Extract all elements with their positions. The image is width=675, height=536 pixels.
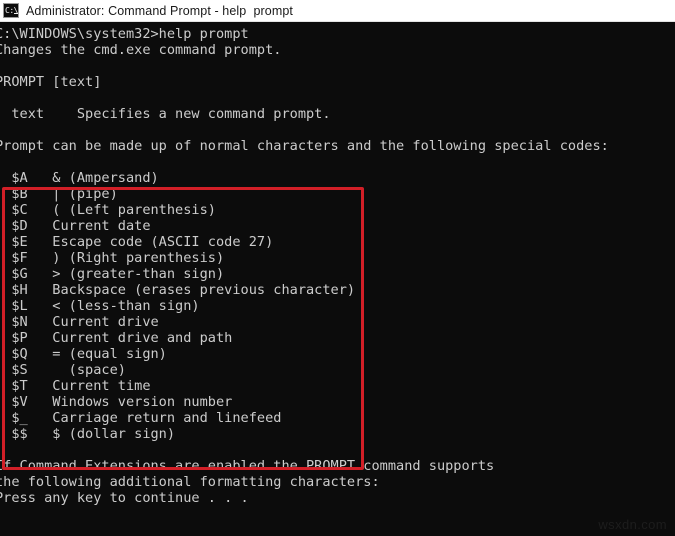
console-line: $P Current drive and path bbox=[0, 330, 233, 346]
console-line: $T Current time bbox=[0, 378, 151, 394]
console-line: $S (space) bbox=[0, 362, 126, 378]
console-line: the following additional formatting char… bbox=[0, 474, 380, 490]
console-line: $Q = (equal sign) bbox=[0, 346, 167, 362]
console-line: $F ) (Right parenthesis) bbox=[0, 250, 225, 266]
console-line: $C ( (Left parenthesis) bbox=[0, 202, 216, 218]
console-line: Changes the cmd.exe command prompt. bbox=[0, 42, 282, 58]
console-line: $H Backspace (erases previous character) bbox=[0, 282, 356, 298]
command-prompt-icon-cursor bbox=[14, 13, 18, 14]
console-line: If Command Extensions are enabled the PR… bbox=[0, 458, 495, 474]
console-line: $L < (less-than sign) bbox=[0, 298, 200, 314]
console-text: C:\WINDOWS\system32>help prompt Changes t… bbox=[0, 26, 609, 506]
command-prompt-icon: C:\ bbox=[3, 3, 19, 18]
command-prompt-icon-glyph: C:\ bbox=[5, 6, 18, 15]
console-line: $G > (greater-than sign) bbox=[0, 266, 225, 282]
console-line: $_ Carriage return and linefeed bbox=[0, 410, 282, 426]
window-title-bar[interactable]: C:\ Administrator: Command Prompt - help… bbox=[0, 0, 675, 22]
console-line: Prompt can be made up of normal characte… bbox=[0, 138, 609, 154]
console-line: $E Escape code (ASCII code 27) bbox=[0, 234, 274, 250]
console-line: $$ $ (dollar sign) bbox=[0, 426, 176, 442]
console-line: PROMPT [text] bbox=[0, 74, 102, 90]
console-line: $N Current drive bbox=[0, 314, 159, 330]
watermark-label: wsxdn.com bbox=[598, 517, 667, 532]
command-prompt-window[interactable]: C:\ Administrator: Command Prompt - help… bbox=[0, 0, 675, 536]
console-line: $B | (pipe) bbox=[0, 186, 118, 202]
console-line: $V Windows version number bbox=[0, 394, 233, 410]
console-line: $A & (Ampersand) bbox=[0, 170, 159, 186]
console-line: Press any key to continue . . . bbox=[0, 490, 249, 506]
console-line: $D Current date bbox=[0, 218, 151, 234]
console-line: C:\WINDOWS\system32>help prompt bbox=[0, 26, 249, 42]
window-title-text: Administrator: Command Prompt - help pro… bbox=[26, 3, 293, 18]
console-output-area[interactable]: C:\WINDOWS\system32>help prompt Changes t… bbox=[0, 22, 675, 536]
console-line: text Specifies a new command prompt. bbox=[0, 106, 331, 122]
